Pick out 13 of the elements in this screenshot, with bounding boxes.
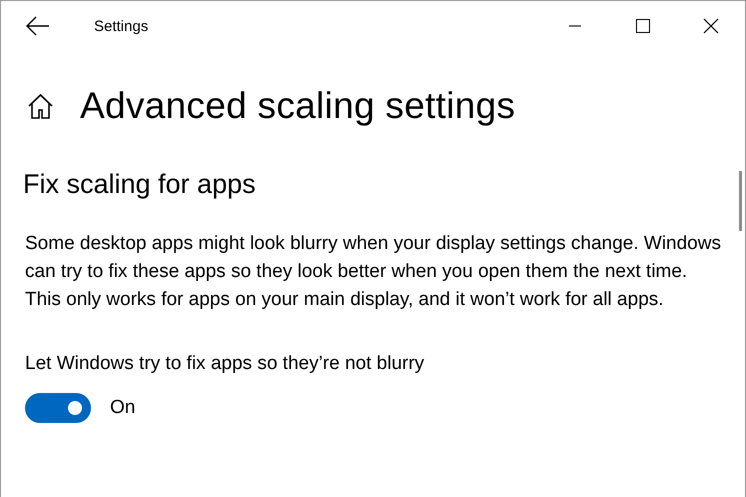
scrollbar[interactable] bbox=[739, 171, 742, 231]
toggle-label: Let Windows try to fix apps so they’re not blurry bbox=[25, 353, 424, 375]
description-text: Some desktop apps might look blurry when your display settings change. Windows can try to fix these apps so they look better when you open them the next time. This only works for apps on your main display, and it won’t work for all apps. bbox=[25, 232, 722, 312]
window-title: Settings bbox=[94, 18, 150, 34]
close-icon bbox=[703, 18, 719, 34]
minimize-icon bbox=[569, 25, 581, 27]
section-title: Fix scaling for apps bbox=[23, 169, 257, 200]
home-icon[interactable] bbox=[27, 93, 54, 119]
toggle-state-text: On bbox=[110, 397, 136, 419]
toggle-switch[interactable] bbox=[25, 393, 91, 423]
page-title: Advanced scaling settings bbox=[80, 85, 516, 127]
back-icon[interactable] bbox=[26, 16, 50, 36]
maximize-icon bbox=[636, 19, 650, 33]
